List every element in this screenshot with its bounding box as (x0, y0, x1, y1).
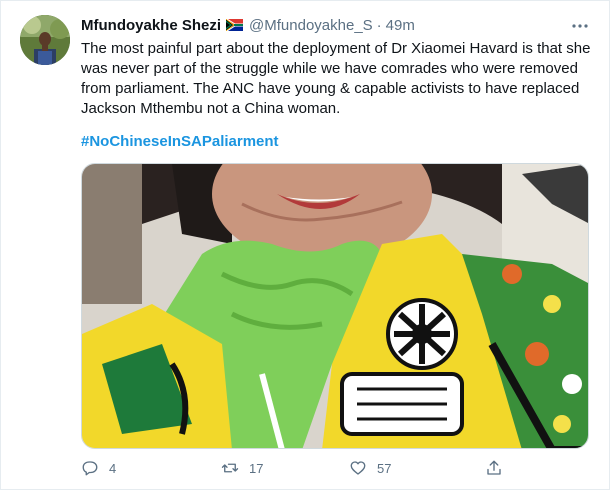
heart-icon (350, 461, 366, 475)
reply-count: 4 (109, 460, 117, 476)
tweet-actions: 4 17 57 (81, 457, 511, 479)
hashtag-link[interactable]: #NoChineseInSAPaliarment (81, 133, 279, 150)
separator-dot: · (376, 16, 382, 34)
tweet-time[interactable]: 49m (386, 17, 415, 34)
share-button[interactable] (485, 457, 513, 479)
retweet-count: 17 (249, 460, 264, 476)
tweet-card[interactable]: Mfundoyakhe Shezi @Mfundoyakhe_S · 49m T… (0, 0, 610, 490)
tweet-media-image[interactable] (81, 163, 589, 449)
reply-icon (82, 461, 98, 476)
reply-button[interactable]: 4 (81, 457, 116, 479)
tweet-header: Mfundoyakhe Shezi @Mfundoyakhe_S · 49m (81, 14, 581, 36)
author-handle[interactable]: @Mfundoyakhe_S (249, 17, 373, 34)
tweet-text: The most painful part about the deployme… (81, 40, 591, 117)
like-count: 57 (377, 460, 392, 476)
retweet-button[interactable]: 17 (221, 457, 263, 479)
retweet-icon (221, 463, 239, 473)
like-button[interactable]: 57 (349, 457, 391, 479)
more-options-icon[interactable] (569, 15, 591, 37)
south-africa-flag-icon (226, 19, 244, 31)
author-name[interactable]: Mfundoyakhe Shezi (81, 17, 221, 34)
avatar[interactable] (20, 15, 70, 65)
share-icon (487, 460, 501, 475)
